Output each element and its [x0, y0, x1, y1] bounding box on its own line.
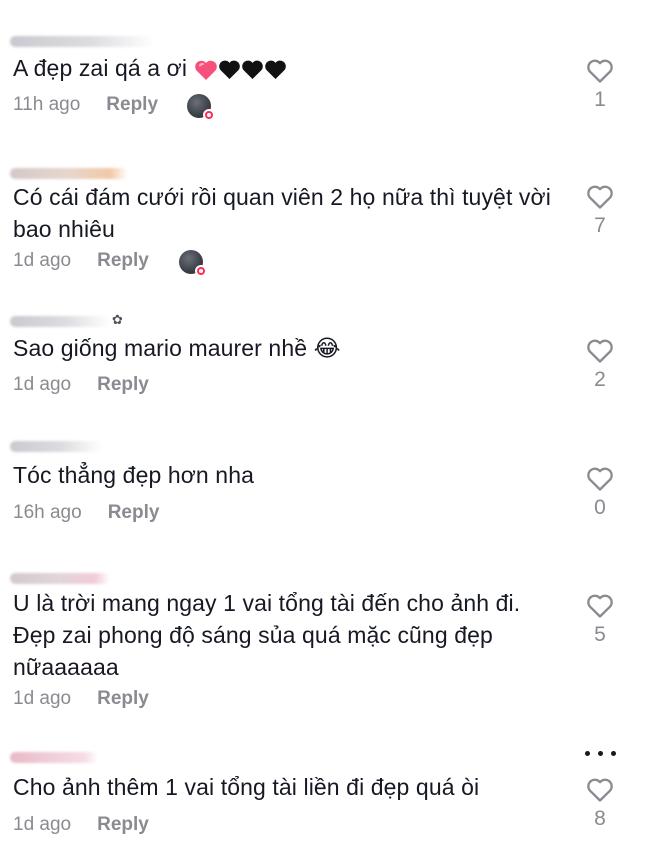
- comment-text: U là trời mang ngay 1 vai tổng tài đến c…: [13, 590, 521, 680]
- comment-time: 1d ago: [13, 374, 72, 395]
- creator-avatar-icon: [187, 94, 215, 121]
- author-name-blurred[interactable]: [10, 441, 102, 452]
- reply-button[interactable]: Reply: [97, 250, 149, 271]
- creator-liked-badge: [203, 109, 215, 121]
- author-name-blurred[interactable]: [10, 316, 110, 327]
- comment-time: 1d ago: [13, 250, 72, 271]
- heart-outline-icon[interactable]: [586, 338, 614, 364]
- comment-meta: 1d ago Reply: [13, 814, 149, 836]
- flower-emoji-icon: ✿: [112, 312, 123, 327]
- reply-button[interactable]: Reply: [97, 374, 149, 395]
- reply-button[interactable]: Reply: [106, 94, 158, 115]
- comment-time: 16h ago: [13, 502, 82, 523]
- comment-meta: 16h ago Reply: [13, 502, 159, 524]
- like-count: 5: [594, 623, 606, 646]
- author-name-blurred[interactable]: [10, 36, 155, 47]
- like-control[interactable]: 2: [580, 338, 620, 392]
- comment-time: 1d ago: [13, 688, 72, 709]
- like-count: 0: [594, 496, 606, 519]
- like-control[interactable]: 0: [580, 466, 620, 520]
- author-name-blurred[interactable]: [10, 752, 98, 763]
- creator-avatar-icon: [179, 250, 207, 277]
- like-control[interactable]: 7: [580, 184, 620, 238]
- author-name-blurred[interactable]: [10, 573, 110, 584]
- heart-outline-icon[interactable]: [586, 777, 614, 803]
- comment-text: Có cái đám cưới rồi quan viên 2 họ nữa t…: [13, 184, 551, 242]
- comment-text: Cho ảnh thêm 1 vai tổng tài liền đi đẹp …: [13, 774, 480, 800]
- comment-time: 1d ago: [13, 814, 72, 835]
- reply-button[interactable]: Reply: [97, 814, 149, 835]
- like-count: 1: [594, 88, 606, 111]
- pink-heart-emoji-icon: [194, 60, 217, 80]
- heart-outline-icon[interactable]: [586, 58, 614, 84]
- comment-text: A đẹp zai qá a ơi: [13, 52, 553, 84]
- comment-text: Tóc thẳng đẹp hơn nha: [13, 462, 254, 488]
- black-heart-emoji-icon: [241, 61, 263, 80]
- like-control[interactable]: 5: [580, 593, 620, 647]
- like-control[interactable]: 1: [580, 58, 620, 112]
- comment-meta: 1d ago Reply: [13, 374, 149, 396]
- creator-liked-badge: [195, 265, 207, 277]
- reply-button[interactable]: Reply: [108, 502, 160, 523]
- black-heart-emoji-icon: [218, 61, 240, 80]
- black-heart-emoji-icon: [264, 61, 286, 80]
- like-control[interactable]: 8: [580, 777, 620, 831]
- heart-outline-icon[interactable]: [586, 184, 614, 210]
- comment-meta: 11h ago Reply: [13, 94, 158, 116]
- comment-meta: 1d ago Reply: [13, 688, 149, 710]
- comment-meta: 1d ago Reply: [13, 250, 149, 272]
- heart-outline-icon[interactable]: [586, 593, 614, 619]
- like-count: 2: [594, 368, 606, 391]
- heart-outline-icon[interactable]: [586, 466, 614, 492]
- reply-button[interactable]: Reply: [97, 688, 149, 709]
- author-name-blurred[interactable]: [10, 168, 128, 179]
- comment-time: 11h ago: [13, 94, 81, 115]
- comment-text: Sao giống mario maurer nhề 😂: [13, 335, 341, 361]
- like-count: 8: [594, 807, 606, 830]
- more-options-icon[interactable]: [585, 748, 617, 758]
- like-count: 7: [594, 214, 606, 237]
